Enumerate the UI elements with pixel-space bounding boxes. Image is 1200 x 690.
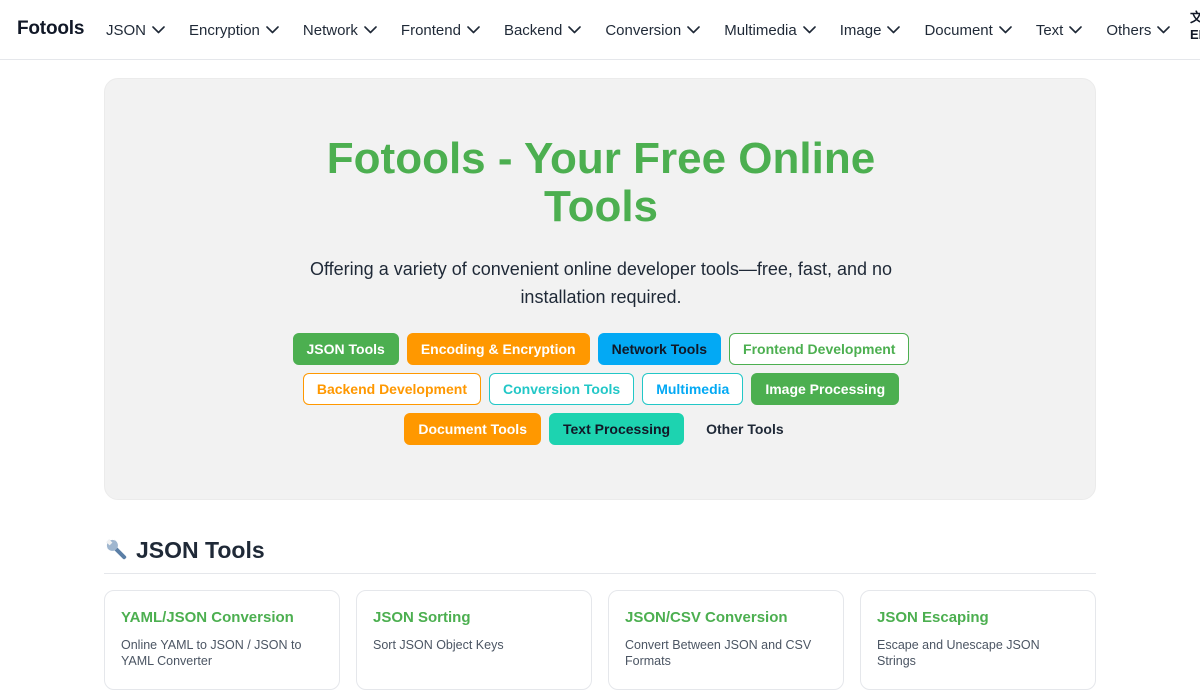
chevron-down-icon bbox=[1157, 26, 1171, 34]
tag-network-tools[interactable]: Network Tools bbox=[597, 333, 722, 365]
nav-item-label: Network bbox=[302, 21, 358, 39]
tag-text-processing[interactable]: Text Processing bbox=[548, 413, 685, 445]
nav-item-label: Image bbox=[839, 21, 882, 39]
chevron-down-icon bbox=[802, 26, 816, 34]
nav-item-others[interactable]: Others bbox=[1106, 21, 1171, 39]
chevron-down-icon bbox=[687, 26, 701, 34]
chevron-down-icon bbox=[266, 26, 279, 34]
tool-card-title: JSON Escaping bbox=[877, 609, 989, 626]
nav-item-label: Encryption bbox=[189, 21, 260, 39]
nav-item-label: Backend bbox=[503, 21, 563, 39]
chevron-down-icon bbox=[999, 26, 1012, 34]
tool-card[interactable]: JSON Escaping Escape and Unescape JSON S… bbox=[860, 590, 1096, 690]
chevron-down-icon bbox=[1069, 26, 1083, 34]
hero-title: Fotools - Your Free Online Tools bbox=[326, 134, 876, 231]
tag-frontend-development[interactable]: Frontend Development bbox=[729, 333, 910, 365]
nav-item-label: Document bbox=[924, 21, 993, 39]
tag-image-processing[interactable]: Image Processing bbox=[751, 373, 900, 405]
chevron-down-icon bbox=[887, 26, 901, 34]
tool-card[interactable]: JSON Sorting Sort JSON Object Keys bbox=[356, 590, 592, 690]
tool-card-title: JSON Sorting bbox=[373, 609, 471, 626]
tag-document-tools[interactable]: Document Tools bbox=[404, 413, 541, 445]
tag-json-tools[interactable]: JSON Tools bbox=[292, 333, 399, 365]
tool-card[interactable]: YAML/JSON Conversion Online YAML to JSON… bbox=[104, 590, 340, 690]
tag-multimedia[interactable]: Multimedia bbox=[642, 373, 744, 405]
nav-item-encryption[interactable]: Encryption bbox=[189, 22, 279, 39]
top-navbar: Fotools JSON Encryption Network Frontend… bbox=[0, 0, 1200, 60]
tool-card-description: Escape and Unescape JSON Strings bbox=[877, 638, 1040, 668]
hero-banner: Fotools - Your Free Online Tools Offerin… bbox=[104, 78, 1096, 500]
nav-item-text[interactable]: Text bbox=[1036, 22, 1083, 39]
brand-logo[interactable]: Fotools bbox=[17, 18, 84, 40]
nav-item-document[interactable]: Document bbox=[924, 21, 1012, 39]
tool-cards: YAML/JSON Conversion Online YAML to JSON… bbox=[104, 590, 1096, 690]
tag-conversion-tools[interactable]: Conversion Tools bbox=[489, 373, 635, 405]
section-title: JSON Tools bbox=[136, 537, 265, 563]
tool-card-description: Convert Between JSON and CSV Formats bbox=[625, 638, 812, 668]
nav-item-label: Text bbox=[1035, 21, 1064, 39]
tool-card-title: YAML/JSON Conversion bbox=[121, 609, 294, 626]
tag-backend-development[interactable]: Backend Development bbox=[302, 373, 481, 405]
nav-item-multimedia[interactable]: Multimedia bbox=[724, 22, 816, 39]
nav-item-label: Multimedia bbox=[724, 21, 797, 39]
nav-item-label: JSON bbox=[106, 21, 147, 39]
wrench-icon bbox=[106, 539, 127, 560]
tag-other-tools[interactable]: Other Tools bbox=[692, 413, 798, 445]
language-switcher[interactable]: 文 EN bbox=[1190, 9, 1200, 43]
chevron-down-icon bbox=[467, 26, 480, 34]
tool-card-title: JSON/CSV Conversion bbox=[625, 609, 788, 626]
chevron-down-icon bbox=[568, 26, 582, 34]
nav-item-frontend[interactable]: Frontend bbox=[401, 22, 480, 39]
chevron-down-icon bbox=[364, 26, 377, 34]
tag-encoding-encryption[interactable]: Encoding & Encryption bbox=[406, 333, 590, 365]
tool-card[interactable]: JSON/CSV Conversion Convert Between JSON… bbox=[608, 590, 844, 690]
language-glyph: 文 bbox=[1190, 9, 1200, 26]
section-header-json-tools: JSON Tools bbox=[104, 534, 1096, 574]
tool-card-description: Sort JSON Object Keys bbox=[373, 638, 504, 652]
nav-item-label: Frontend bbox=[400, 21, 461, 39]
hero-subtitle: Offering a variety of convenient online … bbox=[309, 259, 893, 307]
nav-item-backend[interactable]: Backend bbox=[503, 21, 582, 39]
nav-item-label: Conversion bbox=[605, 21, 682, 39]
language-code: EN bbox=[1190, 27, 1200, 42]
nav-item-label: Others bbox=[1106, 21, 1152, 39]
nav-item-json[interactable]: JSON bbox=[106, 22, 165, 39]
chevron-down-icon bbox=[152, 26, 165, 34]
nav-menu: JSON Encryption Network Frontend Backend… bbox=[106, 0, 1194, 59]
nav-item-conversion[interactable]: Conversion bbox=[605, 21, 701, 39]
nav-item-network[interactable]: Network bbox=[303, 22, 377, 39]
nav-item-image[interactable]: Image bbox=[840, 22, 901, 39]
category-tags: JSON Tools Encoding & Encryption Network… bbox=[285, 333, 917, 445]
tool-card-description: Online YAML to JSON / JSON to YAML Conve… bbox=[121, 638, 302, 668]
